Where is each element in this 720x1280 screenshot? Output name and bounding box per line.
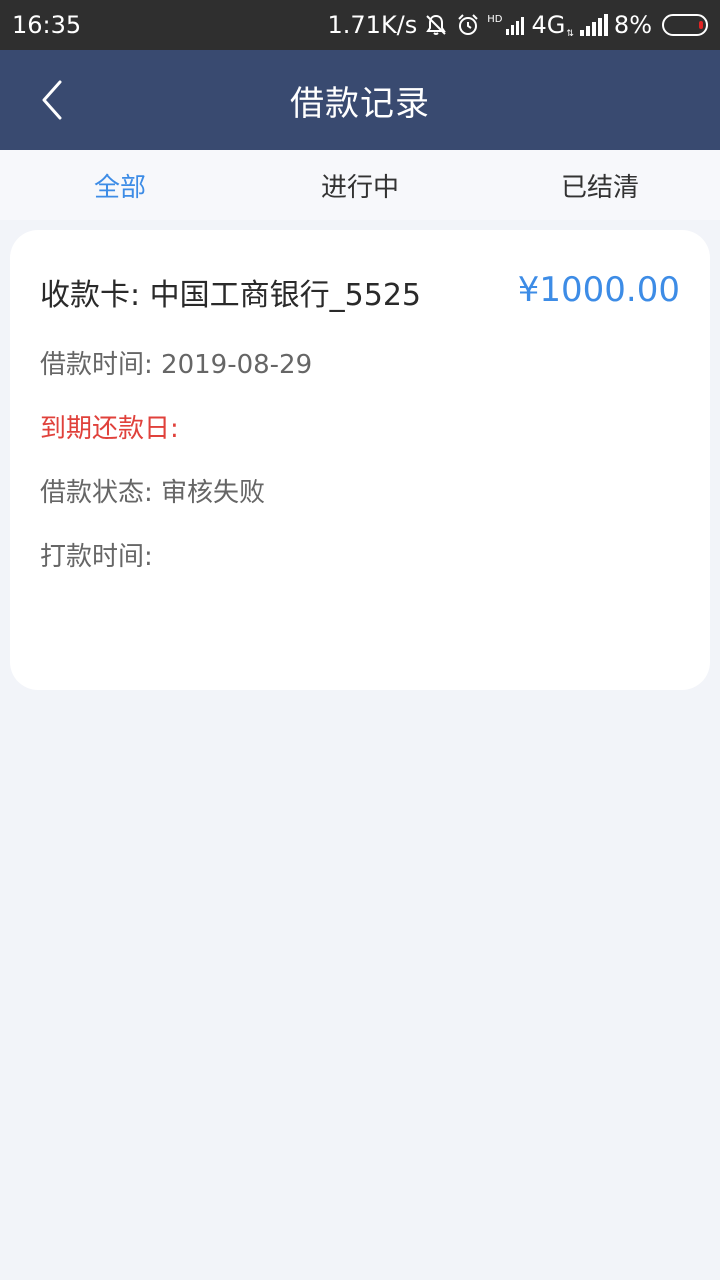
loan-status-value: 审核失败: [161, 478, 266, 508]
due-date-label: 到期还款日:: [40, 414, 179, 444]
payment-time-label: 打款时间:: [40, 542, 153, 572]
loan-time-label: 借款时间:: [40, 350, 153, 380]
receiving-card-label: 收款卡:: [40, 278, 141, 313]
page-title: 借款记录: [290, 83, 430, 124]
due-date-row: 到期还款日:: [40, 408, 179, 445]
network-label: 4G: [531, 11, 566, 39]
hd-signal: HD: [487, 15, 525, 35]
battery-icon: [662, 14, 708, 36]
receiving-card: 收款卡: 中国工商银行_5525: [40, 270, 421, 314]
network-speed: 1.71K/s: [327, 11, 418, 39]
tab-all[interactable]: 全部: [0, 150, 240, 220]
status-time: 16:35: [12, 11, 82, 39]
loan-status-label: 借款状态:: [40, 478, 153, 508]
hd-label: HD: [487, 14, 503, 25]
signal-bars-icon: [505, 17, 524, 35]
tab-bar: 全部 进行中 已结清: [0, 150, 720, 220]
data-arrows-icon: ⇅: [566, 29, 574, 39]
loan-record-card[interactable]: 收款卡: 中国工商银行_5525 ¥1000.00 借款时间: 2019-08-…: [10, 230, 710, 690]
loan-time-row: 借款时间: 2019-08-29: [40, 344, 312, 381]
receiving-card-value: 中国工商银行_5525: [149, 278, 422, 313]
payment-time-row: 打款时间:: [40, 536, 153, 573]
network-type: 4G ⇅: [532, 11, 574, 39]
signal-strength-icon: [579, 14, 608, 36]
tab-in-progress[interactable]: 进行中: [240, 150, 480, 220]
tab-settled[interactable]: 已结清: [480, 150, 720, 220]
bell-muted-icon: [423, 12, 449, 38]
chevron-left-icon: [42, 80, 62, 120]
alarm-clock-icon: [455, 12, 481, 38]
nav-bar: 借款记录: [0, 50, 720, 150]
status-bar: 16:35 1.71K/s HD 4G ⇅ 8%: [0, 0, 720, 50]
back-button[interactable]: [30, 78, 74, 122]
loan-time-value: 2019-08-29: [161, 350, 313, 380]
loan-status-row: 借款状态: 审核失败: [40, 472, 265, 509]
battery-percent: 8%: [613, 11, 652, 39]
loan-amount: ¥1000.00: [517, 270, 680, 310]
